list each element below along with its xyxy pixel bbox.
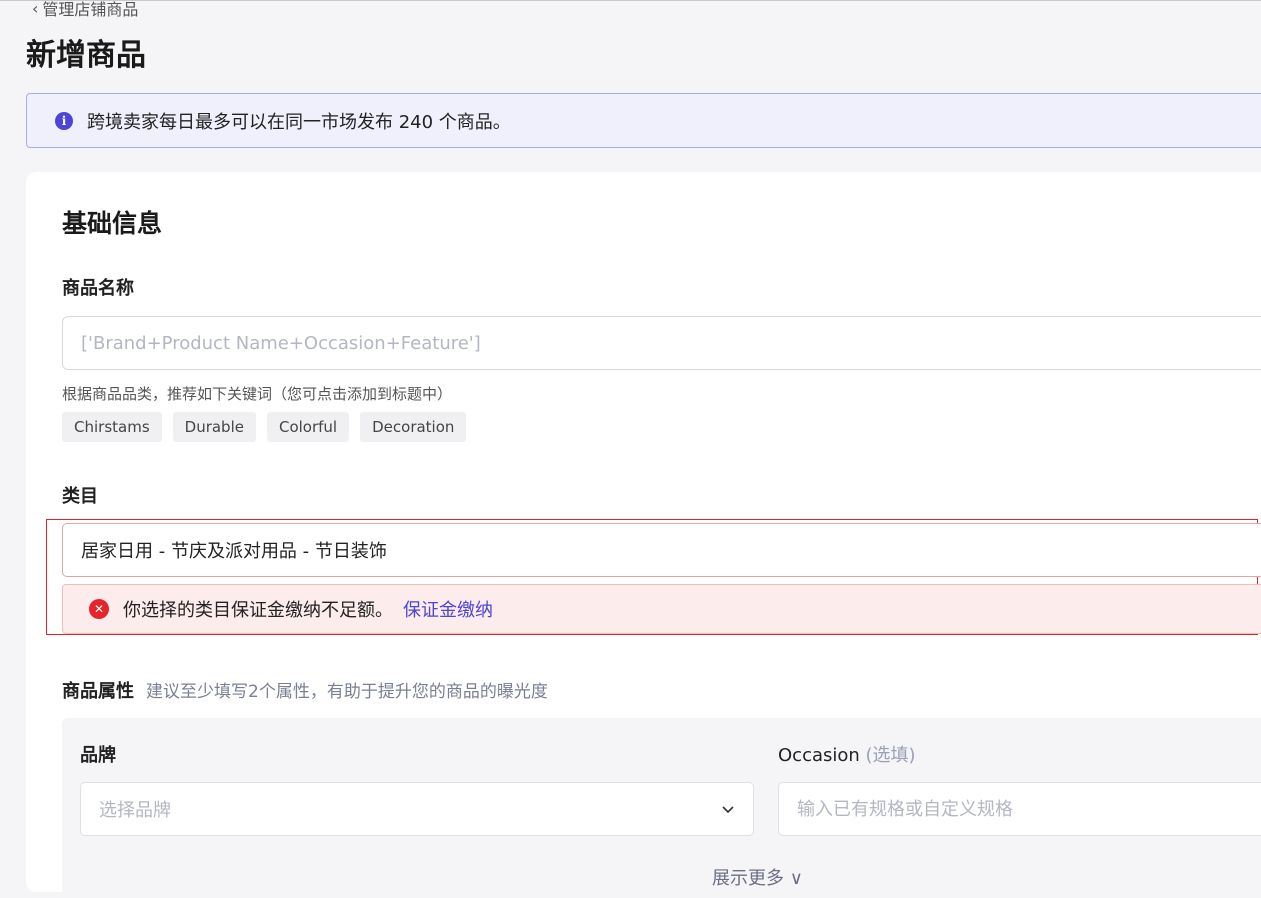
- brand-label: 品牌: [80, 745, 116, 766]
- section-title: 基础信息: [62, 209, 163, 238]
- keyword-tags: Chirstams Durable Colorful Decoration: [62, 412, 467, 442]
- deposit-payment-link[interactable]: 保证金缴纳: [403, 596, 493, 622]
- product-name-input[interactable]: [62, 316, 1261, 370]
- occasion-label-text: Occasion: [778, 745, 860, 766]
- category-error: ✕ 你选择的类目保证金缴纳不足额。 保证金缴纳: [62, 584, 1261, 634]
- brand-placeholder: 选择品牌: [99, 800, 171, 821]
- error-icon: ✕: [89, 599, 109, 619]
- keyword-tag[interactable]: Colorful: [266, 412, 350, 442]
- keyword-tag[interactable]: Durable: [172, 412, 256, 442]
- notice-text: 跨境卖家每日最多可以在同一市场发布 240 个商品。: [87, 111, 511, 133]
- info-notice: i 跨境卖家每日最多可以在同一市场发布 240 个商品。: [26, 93, 1261, 148]
- chevron-down-icon: [721, 802, 735, 816]
- top-border: [0, 0, 1261, 1]
- attributes-hint: 建议至少填写2个属性，有助于提升您的商品的曝光度: [146, 682, 548, 702]
- breadcrumb[interactable]: ‹ 管理店铺商品: [32, 0, 138, 20]
- attributes-header: 商品属性 建议至少填写2个属性，有助于提升您的商品的曝光度: [62, 677, 548, 703]
- brand-select[interactable]: 选择品牌: [80, 782, 754, 836]
- breadcrumb-label: 管理店铺商品: [42, 0, 139, 19]
- keyword-hint: 根据商品品类，推荐如下关键词（您可点击添加到标题中）: [62, 385, 453, 403]
- page-title: 新增商品: [26, 38, 146, 73]
- category-select[interactable]: 居家日用 - 节庆及派对用品 - 节日装饰: [62, 523, 1261, 577]
- error-text: 你选择的类目保证金缴纳不足额。: [123, 600, 393, 621]
- info-icon: i: [55, 111, 73, 130]
- keyword-tag[interactable]: Decoration: [360, 412, 467, 442]
- category-label: 类目: [62, 486, 98, 507]
- product-name-label: 商品名称: [62, 278, 134, 299]
- occasion-label: Occasion (选填): [778, 741, 916, 767]
- chevron-left-icon: ‹: [32, 0, 39, 18]
- occasion-input[interactable]: [778, 782, 1261, 836]
- show-more-button[interactable]: 展示更多 ∨: [712, 864, 803, 890]
- attributes-label: 商品属性: [62, 681, 134, 702]
- optional-tag: (选填): [865, 745, 916, 766]
- keyword-tag[interactable]: Chirstams: [62, 412, 162, 442]
